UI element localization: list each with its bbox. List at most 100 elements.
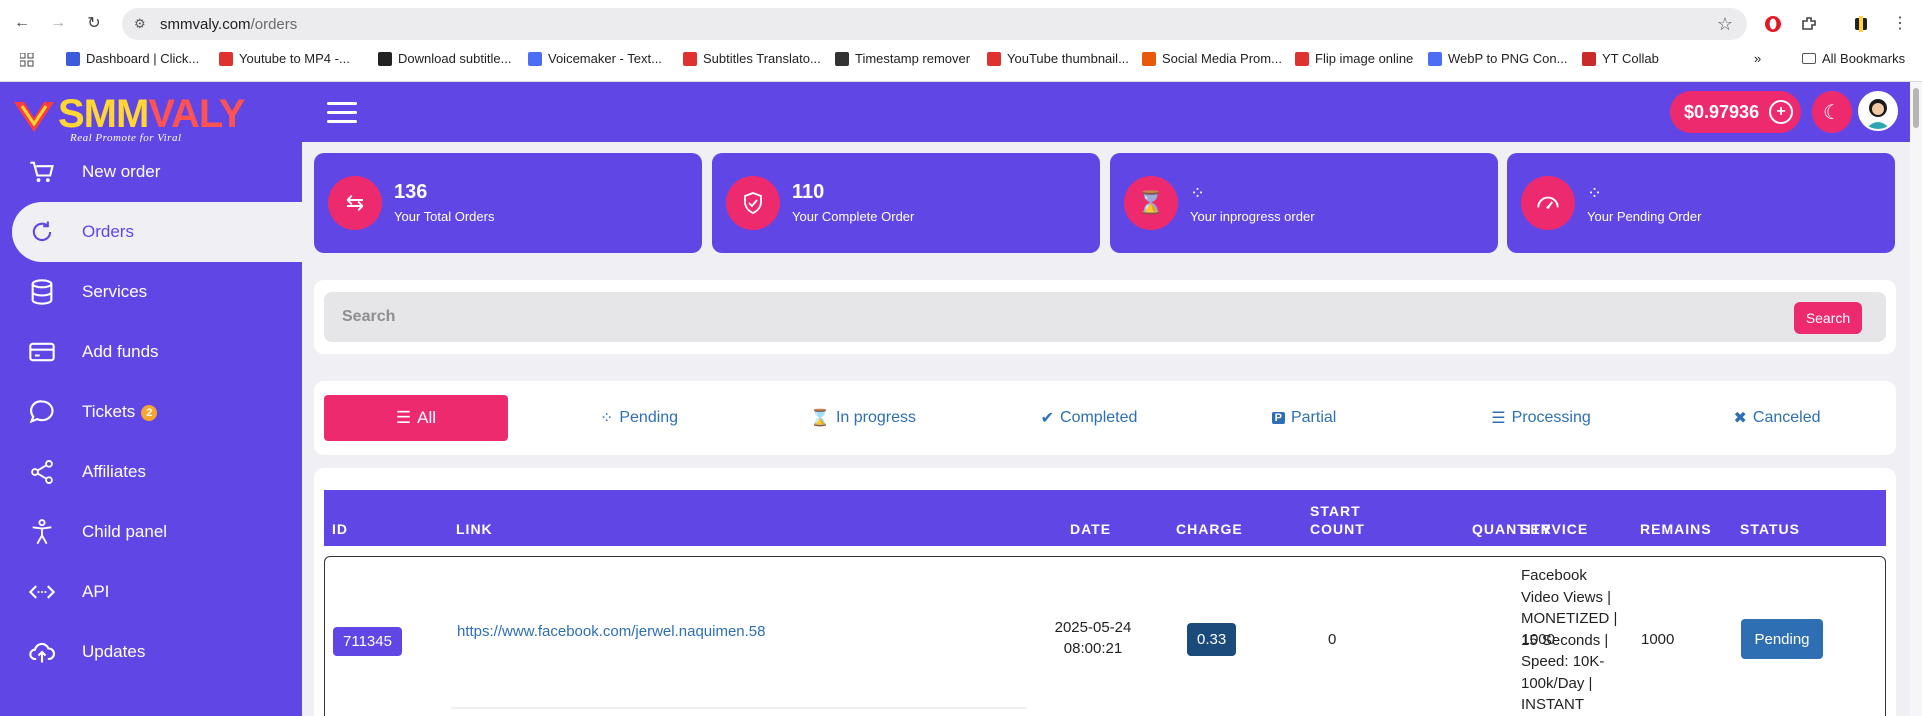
bookmark-favicon-icon bbox=[835, 51, 849, 66]
tab-partial[interactable]: P Partial bbox=[1244, 395, 1364, 441]
forward-arrow-icon[interactable]: → bbox=[46, 11, 70, 35]
bookmark-item[interactable]: Dashboard | Click... bbox=[66, 51, 199, 66]
code-icon bbox=[28, 585, 56, 599]
search-input[interactable] bbox=[324, 292, 1744, 342]
bookmark-star-icon[interactable]: ☆ bbox=[1717, 14, 1733, 35]
bookmark-item[interactable]: Download subtitle... bbox=[378, 51, 511, 66]
search-button[interactable]: Search bbox=[1794, 302, 1862, 334]
sidebar-item-api[interactable]: API bbox=[0, 562, 302, 622]
stat-value: 110 bbox=[792, 181, 825, 203]
bookmark-item[interactable]: YT Collab bbox=[1582, 51, 1659, 66]
bookmark-favicon-icon bbox=[1295, 51, 1309, 66]
sidebar-item-services[interactable]: Services bbox=[0, 262, 302, 322]
order-date: 2025-05-24 08:00:21 bbox=[1054, 619, 1132, 657]
avatar-image bbox=[1860, 93, 1896, 129]
top-header: SMMVALY Real Promote for Viral $0.97936 … bbox=[0, 82, 1910, 144]
person-icon bbox=[32, 519, 52, 545]
tab-completed[interactable]: ✔ Completed bbox=[1014, 395, 1164, 441]
col-header-count: COUNT bbox=[1310, 521, 1365, 537]
stat-caption: Your Total Orders bbox=[394, 209, 495, 224]
col-header-id: ID bbox=[332, 521, 348, 537]
tab-all[interactable]: ☰ All bbox=[324, 395, 508, 441]
reload-icon[interactable]: ↻ bbox=[82, 11, 106, 35]
stat-card-pending-orders: ⁘ Your Pending Order bbox=[1507, 153, 1895, 253]
page-scrollbar[interactable] bbox=[1910, 82, 1922, 716]
logo-text: SMMVALY bbox=[58, 92, 245, 136]
tickets-count-badge: 2 bbox=[141, 404, 158, 421]
sidebar-item-new-order[interactable]: New order bbox=[0, 142, 302, 202]
folder-icon bbox=[1802, 53, 1816, 64]
extensions-puzzle-icon[interactable] bbox=[1800, 15, 1818, 33]
sidebar-item-label: Affiliates bbox=[82, 462, 146, 481]
sidebar-item-add-funds[interactable]: Add funds bbox=[0, 322, 302, 382]
hourglass-icon: ⌛ bbox=[1124, 176, 1178, 230]
stat-card-complete-orders: 110 Your Complete Order bbox=[712, 153, 1100, 253]
bookmark-favicon-icon bbox=[219, 51, 233, 66]
sidebar-item-child-panel[interactable]: Child panel bbox=[0, 502, 302, 562]
menu-dots-icon[interactable]: ⋮ bbox=[1888, 11, 1912, 35]
more-bookmarks-chevron[interactable]: » bbox=[1754, 51, 1761, 66]
filter-tabs-panel: ☰ All ⁘ Pending ⌛ In progress ✔ Completed PP… bbox=[314, 381, 1896, 455]
address-bar[interactable]: ⚙ smmvaly.com/orders ☆ bbox=[122, 8, 1747, 40]
loading-spinner-icon: ⁘ bbox=[1587, 183, 1602, 203]
col-header-service: SERVICE bbox=[1520, 521, 1589, 537]
bookmark-label: Flip image online bbox=[1315, 51, 1414, 66]
bookmark-favicon-icon bbox=[378, 51, 392, 66]
order-service: Facebook Video Views | MONETIZED | 15 Se… bbox=[1521, 567, 1618, 713]
tab-pending[interactable]: ⁘ Pending bbox=[574, 395, 704, 441]
stat-caption: Your Complete Order bbox=[792, 209, 915, 224]
bookmark-item[interactable]: WebP to PNG Con... bbox=[1428, 51, 1567, 66]
bookmark-label: YT Collab bbox=[1602, 51, 1659, 66]
sidebar-item-affiliates[interactable]: Affiliates bbox=[0, 442, 302, 502]
bookmark-item[interactable]: YouTube thumbnail... bbox=[987, 51, 1129, 66]
orders-table-panel: ID LINK DATE CHARGE START COUNT QUANTITY… bbox=[314, 468, 1896, 716]
sidebar-item-label: Tickets 2 bbox=[82, 402, 158, 422]
bookmark-favicon-icon bbox=[1582, 51, 1596, 66]
share-icon bbox=[31, 459, 53, 485]
database-icon bbox=[31, 279, 53, 305]
dark-mode-moon-icon[interactable]: ☾ bbox=[1812, 91, 1852, 133]
bookmark-item[interactable]: Social Media Prom... bbox=[1142, 51, 1282, 66]
order-link[interactable]: https://www.facebook.com/jerwel.naquimen… bbox=[457, 623, 766, 640]
swap-icon: ⇆ bbox=[328, 176, 382, 230]
balance-button[interactable]: $0.97936 + bbox=[1670, 91, 1802, 133]
sidebar-item-orders[interactable]: Orders bbox=[12, 202, 302, 262]
tab-processing[interactable]: ☰ Processing bbox=[1466, 395, 1616, 441]
tab-canceled[interactable]: ✖ Canceled bbox=[1712, 395, 1842, 441]
stat-caption: Your inprogress order bbox=[1190, 209, 1315, 224]
sidebar-item-updates[interactable]: Updates bbox=[0, 622, 302, 682]
stat-card-inprogress-orders: ⌛ ⁘ Your inprogress order bbox=[1110, 153, 1498, 253]
sidebar-item-label: Updates bbox=[82, 642, 146, 661]
table-row: 711345 https://www.facebook.com/jerwel.n… bbox=[324, 556, 1886, 716]
bookmark-item[interactable]: Flip image online bbox=[1295, 51, 1413, 66]
hourglass-icon: ⌛ bbox=[810, 410, 830, 427]
bookmark-item[interactable]: Voicemaker - Text... bbox=[528, 51, 662, 66]
bookmark-item[interactable]: Timestamp remover bbox=[835, 51, 970, 66]
bookmark-label: Download subtitle... bbox=[398, 51, 512, 66]
add-funds-plus-icon[interactable]: + bbox=[1769, 100, 1794, 124]
site-info-icon[interactable]: ⚙ bbox=[134, 16, 150, 32]
checklist-icon: ☰ bbox=[1491, 410, 1506, 427]
tab-in-progress[interactable]: ⌛ In progress bbox=[788, 395, 938, 441]
scrollbar-thumb[interactable] bbox=[1913, 88, 1919, 128]
user-avatar[interactable] bbox=[1858, 91, 1898, 131]
back-arrow-icon[interactable]: ← bbox=[10, 11, 34, 35]
url-text[interactable]: smmvaly.com/orders bbox=[160, 16, 297, 33]
link-detail-bar bbox=[451, 707, 1027, 709]
sidebar-item-label: Child panel bbox=[82, 522, 168, 541]
stat-caption: Your Pending Order bbox=[1587, 209, 1702, 224]
order-status-button[interactable]: Pending bbox=[1741, 619, 1823, 659]
all-bookmarks[interactable]: All Bookmarks bbox=[1802, 51, 1905, 66]
bookmark-item[interactable]: Youtube to MP4 -... bbox=[219, 51, 350, 66]
site-logo[interactable]: SMMVALY Real Promote for Viral bbox=[12, 94, 252, 144]
col-header-charge: CHARGE bbox=[1176, 521, 1243, 537]
opera-extension-icon[interactable] bbox=[1764, 15, 1782, 33]
bookmark-item[interactable]: Subtitles Translato... bbox=[683, 51, 821, 66]
apps-grid-icon[interactable] bbox=[20, 53, 34, 67]
cloud-upload-icon bbox=[29, 642, 55, 663]
extension-icon[interactable] bbox=[1852, 15, 1870, 33]
hamburger-menu-icon[interactable] bbox=[327, 102, 357, 124]
sidebar-item-tickets[interactable]: Tickets 2 bbox=[0, 382, 302, 442]
check-double-icon: ✔ bbox=[1040, 410, 1055, 427]
logo-v-icon bbox=[14, 102, 54, 132]
